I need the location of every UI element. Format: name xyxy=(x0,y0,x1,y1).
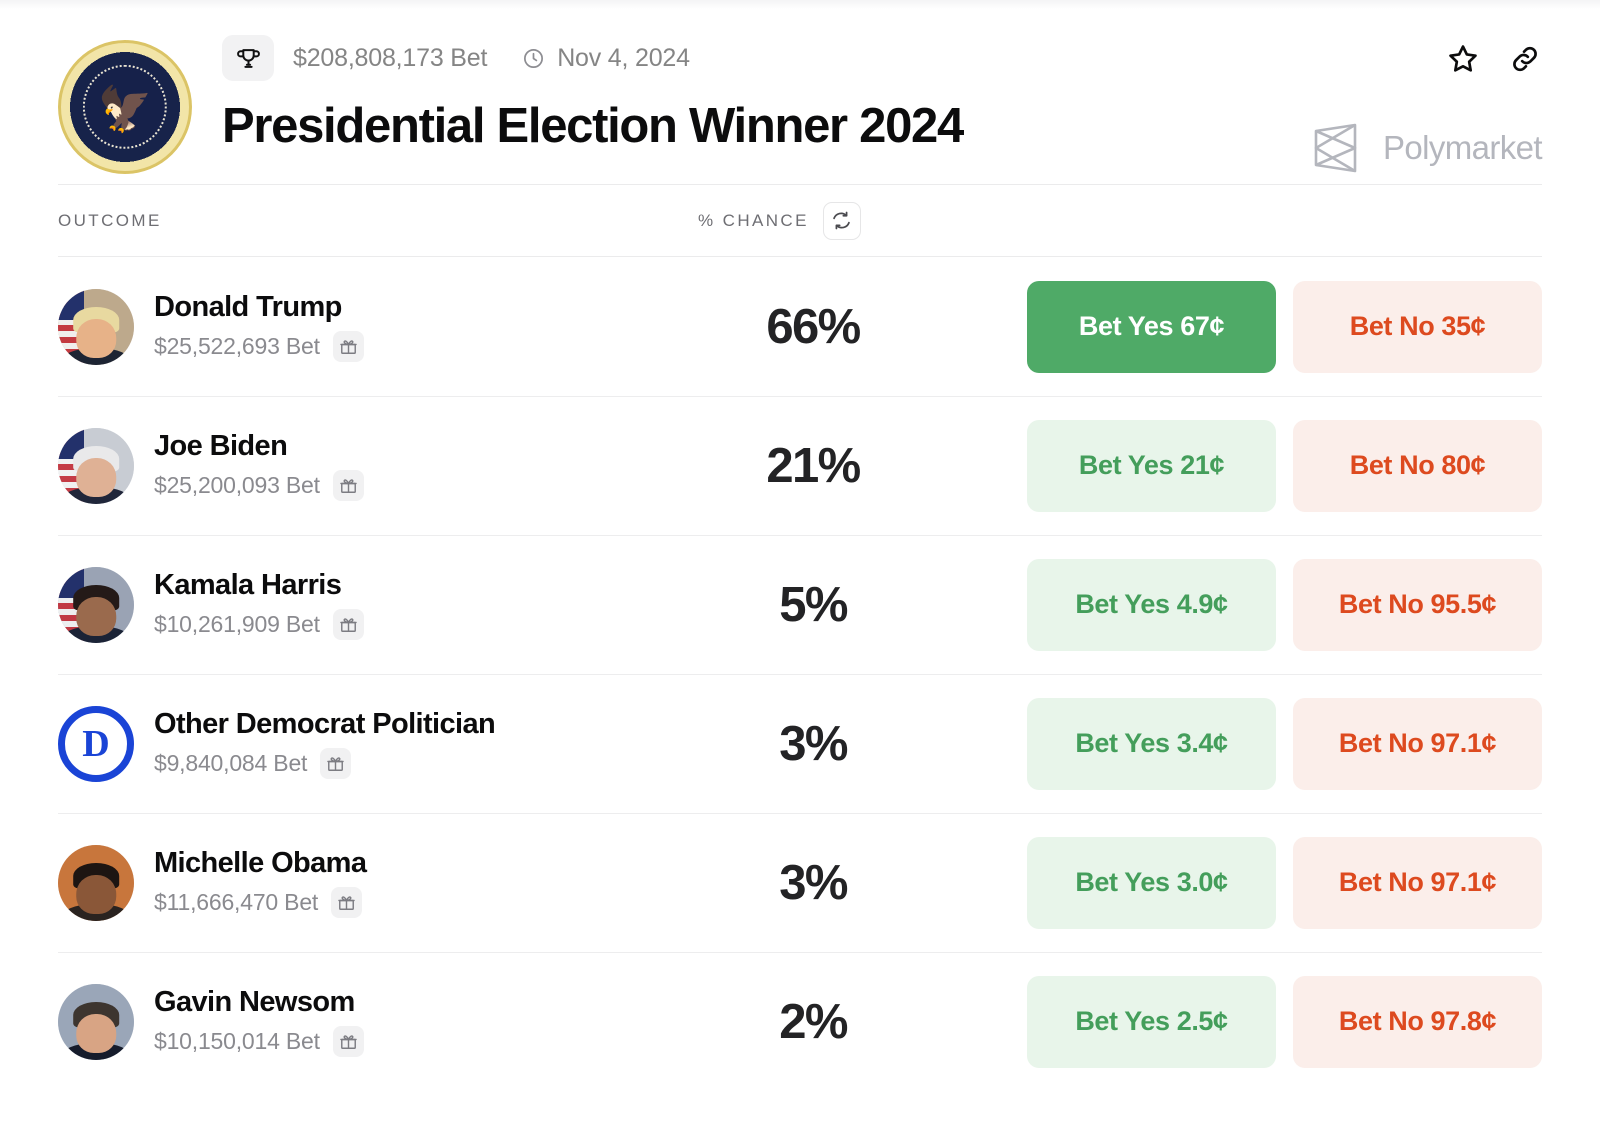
outcome-labels: Kamala Harris $10,261,909 Bet xyxy=(154,568,364,641)
avatar xyxy=(58,983,134,1060)
outcome-name: Michelle Obama xyxy=(154,846,367,879)
outcome-cell: D Other Democrat Politician $9,840,084 Bet xyxy=(58,705,698,782)
avatar xyxy=(58,427,134,504)
refresh-icon xyxy=(833,211,851,230)
bet-amount: $10,150,014 Bet xyxy=(154,1028,320,1055)
outcome-name: Joe Biden xyxy=(154,429,288,462)
brand: Polymarket xyxy=(1311,122,1543,174)
outcome-labels: Gavin Newsom $10,150,014 Bet xyxy=(154,985,364,1058)
gift-icon[interactable] xyxy=(331,887,363,919)
bet-no-button[interactable]: Bet No 97.1¢ xyxy=(1293,836,1542,929)
bet-yes-button[interactable]: Bet Yes 67¢ xyxy=(1027,280,1276,373)
outcome-labels: Other Democrat Politician $9,840,084 Bet xyxy=(154,707,496,780)
table-row[interactable]: Michelle Obama $11,666,470 Bet 3% Bet Yes 3… xyxy=(58,813,1542,952)
gift-icon[interactable] xyxy=(332,331,364,363)
table-row[interactable]: Kamala Harris $10,261,909 Bet 5% Bet Yes 4.… xyxy=(58,535,1542,674)
table-row[interactable]: Donald Trump $25,522,693 Bet 66% Bet Yes 67… xyxy=(58,257,1542,396)
bet-actions: Bet Yes 3.4¢ Bet No 97.1¢ xyxy=(928,697,1542,790)
brand-name: Polymarket xyxy=(1382,129,1543,166)
bet-no-button[interactable]: Bet No 80¢ xyxy=(1293,419,1542,512)
chance-value: 2% xyxy=(779,994,848,1049)
refresh-button[interactable] xyxy=(822,201,861,240)
avatar xyxy=(58,844,134,921)
avatar xyxy=(58,566,134,643)
outcome-name: Donald Trump xyxy=(154,290,342,323)
bet-yes-button[interactable]: Bet Yes 4.9¢ xyxy=(1027,558,1276,651)
chance-value: 3% xyxy=(779,716,848,771)
bet-no-button[interactable]: Bet No 35¢ xyxy=(1293,280,1542,373)
market-date: Nov 4, 2024 xyxy=(522,44,690,73)
bet-line: $9,840,084 Bet xyxy=(154,748,495,780)
gift-icon[interactable] xyxy=(320,748,352,780)
bet-amount: $10,261,909 Bet xyxy=(154,611,320,638)
outcome-cell: Donald Trump $25,522,693 Bet xyxy=(58,288,698,365)
presidential-seal-icon: 🦅 xyxy=(58,40,192,174)
gift-icon[interactable] xyxy=(332,470,364,502)
outcome-labels: Joe Biden $25,200,093 Bet xyxy=(154,429,364,502)
bet-yes-button[interactable]: Bet Yes 3.0¢ xyxy=(1027,836,1276,929)
table-header: OUTCOME % CHANCE xyxy=(58,185,1542,256)
bet-no-button[interactable]: Bet No 97.8¢ xyxy=(1293,975,1542,1068)
outcome-name: Other Democrat Politician xyxy=(154,707,496,740)
outcome-cell: Joe Biden $25,200,093 Bet xyxy=(58,427,698,504)
market-header: 🦅 $208,808,173 Bet Nov 4, 2024 President… xyxy=(58,0,1543,184)
bet-line: $25,200,093 Bet xyxy=(154,470,364,502)
clock-icon xyxy=(524,48,544,68)
table-row[interactable]: D Other Democrat Politician $9,840,084 Bet… xyxy=(58,674,1542,813)
bet-no-button[interactable]: Bet No 95.5¢ xyxy=(1293,558,1542,651)
table-row[interactable]: Joe Biden $25,200,093 Bet 21% Bet Yes 21¢ Be… xyxy=(58,396,1542,535)
bet-yes-button[interactable]: Bet Yes 21¢ xyxy=(1027,419,1276,512)
link-icon[interactable] xyxy=(1508,42,1542,76)
bet-amount: $11,666,470 Bet xyxy=(154,889,319,916)
bet-yes-button[interactable]: Bet Yes 2.5¢ xyxy=(1027,975,1276,1068)
market-meta: $208,808,173 Bet Nov 4, 2024 xyxy=(222,35,1542,81)
chance-value: 5% xyxy=(779,577,848,632)
outcome-name: Kamala Harris xyxy=(154,568,342,601)
chance-value: 21% xyxy=(766,438,861,493)
column-header-chance: % CHANCE xyxy=(698,201,861,240)
bet-actions: Bet Yes 3.0¢ Bet No 97.1¢ xyxy=(928,836,1542,929)
column-header-outcome: OUTCOME xyxy=(58,210,162,230)
bet-yes-button[interactable]: Bet Yes 3.4¢ xyxy=(1027,697,1276,790)
bet-line: $10,150,014 Bet xyxy=(154,1026,364,1058)
outcomes-table: Donald Trump $25,522,693 Bet 66% Bet Yes 67… xyxy=(58,257,1542,1091)
market-page: 🦅 $208,808,173 Bet Nov 4, 2024 President… xyxy=(0,0,1600,1139)
chance-value: 3% xyxy=(779,855,848,910)
bet-line: $10,261,909 Bet xyxy=(154,609,364,641)
bet-line: $25,522,693 Bet xyxy=(154,331,364,363)
avatar xyxy=(58,288,134,365)
bet-amount: $25,522,693 Bet xyxy=(154,333,320,360)
democrat-logo-icon: D xyxy=(58,705,134,782)
bet-amount: $9,840,084 Bet xyxy=(154,750,308,777)
bet-actions: Bet Yes 21¢ Bet No 80¢ xyxy=(928,419,1542,512)
bet-line: $11,666,470 Bet xyxy=(154,887,366,919)
chance-value: 66% xyxy=(766,299,861,354)
outcome-cell: Kamala Harris $10,261,909 Bet xyxy=(58,566,698,643)
outcome-labels: Michelle Obama $11,666,470 Bet xyxy=(154,846,367,919)
outcome-cell: Michelle Obama $11,666,470 Bet xyxy=(58,844,698,921)
bet-actions: Bet Yes 67¢ Bet No 35¢ xyxy=(928,280,1542,373)
gift-icon[interactable] xyxy=(332,609,364,641)
volume-text: $208,808,173 Bet xyxy=(293,43,488,72)
trophy-icon xyxy=(222,35,274,81)
star-icon[interactable] xyxy=(1446,42,1480,76)
bet-actions: Bet Yes 2.5¢ Bet No 97.8¢ xyxy=(928,975,1542,1068)
gift-icon[interactable] xyxy=(332,1026,364,1058)
date-text: Nov 4, 2024 xyxy=(557,43,690,72)
bet-amount: $25,200,093 Bet xyxy=(154,472,320,499)
bet-actions: Bet Yes 4.9¢ Bet No 95.5¢ xyxy=(928,558,1542,651)
outcome-cell: Gavin Newsom $10,150,014 Bet xyxy=(58,983,698,1060)
outcome-name: Gavin Newsom xyxy=(154,985,355,1018)
table-row[interactable]: Gavin Newsom $10,150,014 Bet 2% Bet Yes 2.5… xyxy=(58,952,1542,1091)
column-header-chance-label: % CHANCE xyxy=(698,210,809,230)
header-actions xyxy=(1446,42,1542,76)
outcome-labels: Donald Trump $25,522,693 Bet xyxy=(154,290,364,363)
polymarket-logo-icon xyxy=(1314,123,1357,173)
bet-no-button[interactable]: Bet No 97.1¢ xyxy=(1293,697,1542,790)
